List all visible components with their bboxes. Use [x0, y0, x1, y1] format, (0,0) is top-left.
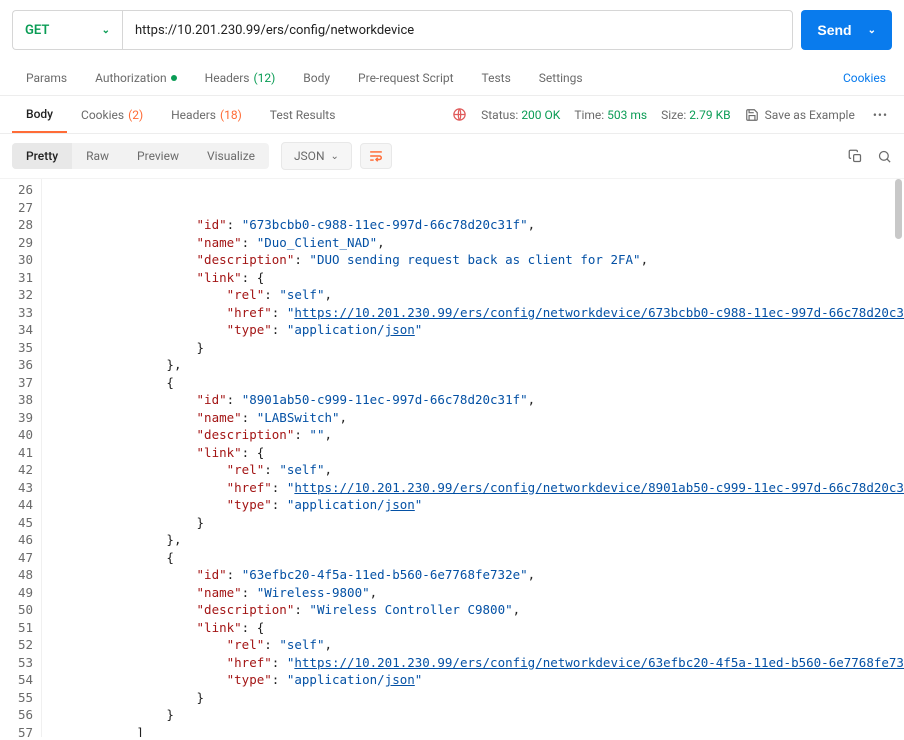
- format-pretty[interactable]: Pretty: [12, 143, 72, 169]
- format-visualize[interactable]: Visualize: [193, 143, 269, 169]
- response-tab-cookies[interactable]: Cookies (2): [67, 96, 157, 133]
- copy-icon[interactable]: [848, 149, 863, 164]
- network-icon[interactable]: [452, 107, 467, 122]
- response-body-viewer[interactable]: 2627282930313233343536373839404142434445…: [0, 179, 904, 737]
- format-tab-group: Pretty Raw Preview Visualize: [12, 143, 269, 169]
- http-method-select[interactable]: GET ⌄: [12, 10, 122, 50]
- size-value: 2.79 KB: [689, 108, 730, 122]
- time-value: 503 ms: [607, 108, 647, 122]
- tab-tests[interactable]: Tests: [468, 71, 525, 85]
- response-tab-body[interactable]: Body: [12, 96, 67, 133]
- url-input[interactable]: [122, 10, 793, 50]
- format-raw[interactable]: Raw: [72, 143, 123, 169]
- status-value: 200 OK: [521, 108, 560, 122]
- size-label: Size:: [661, 108, 686, 122]
- save-as-example-button[interactable]: Save as Example: [745, 108, 855, 122]
- language-select[interactable]: JSON ⌄: [281, 142, 352, 170]
- line-number-gutter: 2627282930313233343536373839404142434445…: [0, 179, 42, 737]
- save-icon: [745, 108, 759, 122]
- chevron-down-icon[interactable]: ⌄: [868, 25, 876, 36]
- send-button-label: Send: [817, 22, 851, 38]
- time-label: Time:: [574, 108, 604, 122]
- tab-authorization[interactable]: Authorization: [81, 71, 191, 85]
- http-method-label: GET: [25, 23, 49, 38]
- response-tab-headers[interactable]: Headers (18): [157, 96, 256, 133]
- format-preview[interactable]: Preview: [123, 143, 193, 169]
- more-menu-icon[interactable]: •••: [869, 108, 892, 122]
- tab-prerequest[interactable]: Pre-request Script: [344, 71, 467, 85]
- chevron-down-icon: ⌄: [102, 25, 110, 36]
- status-label: Status:: [481, 108, 518, 122]
- tab-settings[interactable]: Settings: [525, 71, 597, 85]
- chevron-down-icon: ⌄: [331, 151, 339, 162]
- json-code[interactable]: "id": "673bcbb0-c988-11ec-997d-66c78d20c…: [42, 179, 904, 737]
- tab-headers[interactable]: Headers (12): [191, 71, 290, 85]
- response-tab-test-results[interactable]: Test Results: [256, 96, 350, 133]
- cookies-link[interactable]: Cookies: [843, 71, 892, 85]
- line-wrap-button[interactable]: [360, 143, 392, 169]
- tab-body[interactable]: Body: [289, 71, 344, 85]
- tab-params[interactable]: Params: [12, 71, 81, 85]
- scrollbar-thumb[interactable]: [895, 179, 902, 239]
- send-button[interactable]: Send ⌄: [801, 10, 892, 50]
- search-icon[interactable]: [877, 149, 892, 164]
- status-dot-icon: [171, 75, 177, 81]
